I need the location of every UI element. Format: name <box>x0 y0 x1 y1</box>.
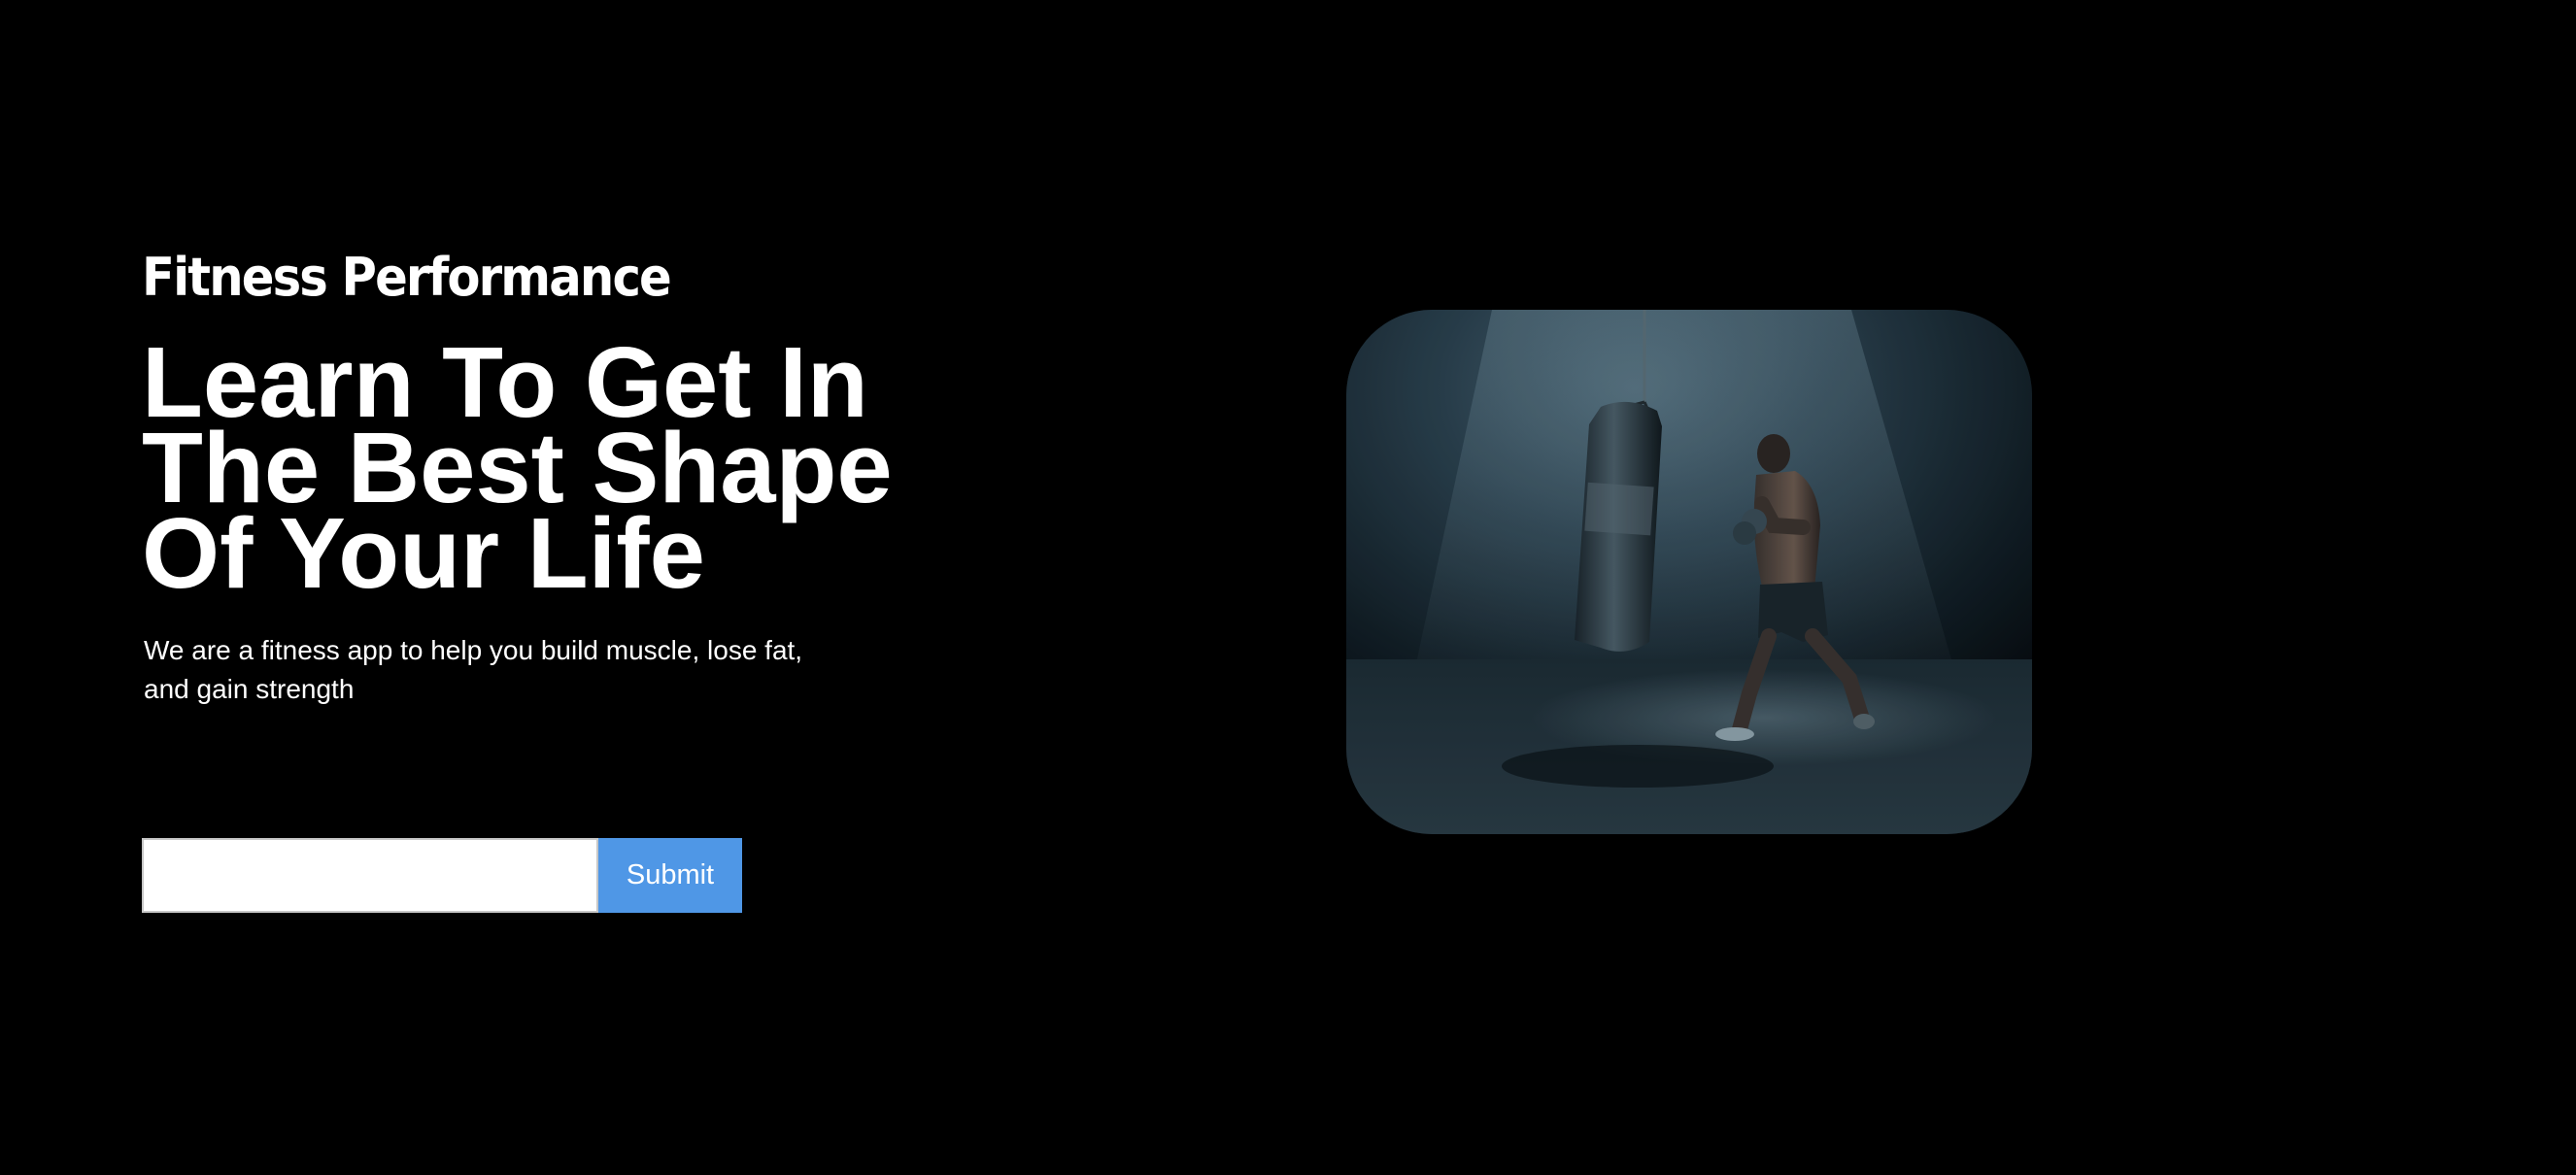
signup-form: Submit <box>142 838 742 913</box>
landing-page: Fitness Performance Learn To Get In The … <box>0 0 2576 1175</box>
headline-line-3: Of Your Life <box>142 497 705 609</box>
hero-description: We are a fitness app to help you build m… <box>144 635 803 704</box>
submit-button[interactable]: Submit <box>598 838 742 913</box>
brand-name: Fitness Performance <box>142 247 672 308</box>
hero-text-section: Fitness Performance Learn To Get In The … <box>142 245 1016 709</box>
boxer-photo-illustration <box>1346 310 2032 834</box>
hero-headline: Learn To Get In The Best Shape Of Your L… <box>142 332 1016 609</box>
hero-image <box>1346 310 2032 834</box>
email-input[interactable] <box>142 838 598 913</box>
